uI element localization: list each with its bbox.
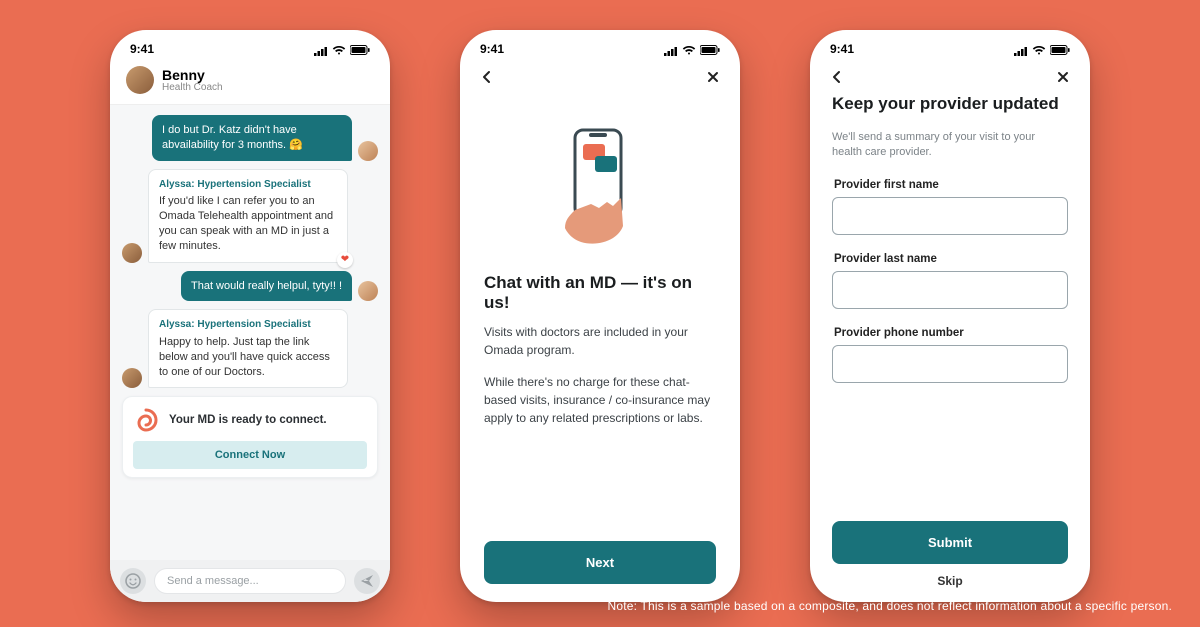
status-time: 9:41	[130, 42, 154, 56]
submit-button[interactable]: Submit	[832, 521, 1068, 564]
skip-button[interactable]: Skip	[832, 564, 1068, 588]
status-bar: 9:41	[810, 42, 1090, 62]
status-bar: 9:41	[110, 42, 390, 62]
coach-label: Alyssa: Hypertension Specialist	[159, 178, 337, 192]
message-user: I do but Dr. Katz didn't have abvailabil…	[122, 115, 378, 161]
form-subtitle: We'll send a summary of your visit to yo…	[832, 130, 1068, 161]
send-icon[interactable]	[354, 568, 380, 594]
label-phone: Provider phone number	[834, 327, 1068, 339]
user-avatar	[358, 281, 378, 301]
input-first-name[interactable]	[832, 197, 1068, 235]
status-icons	[314, 44, 370, 54]
wifi-icon	[332, 44, 346, 54]
bubble-coach: Alyssa: Hypertension Specialist If you'd…	[148, 169, 348, 263]
phone-chat-illustration	[545, 124, 655, 249]
onboarding-title: Chat with an MD — it's on us!	[484, 273, 716, 313]
status-time: 9:41	[830, 42, 854, 56]
user-avatar	[358, 141, 378, 161]
bubble-user: I do but Dr. Katz didn't have abvailabil…	[152, 115, 352, 161]
input-last-name[interactable]	[832, 271, 1068, 309]
label-first-name: Provider first name	[834, 179, 1068, 191]
close-icon[interactable]	[704, 68, 722, 86]
md-ready-text: Your MD is ready to connect.	[169, 413, 327, 428]
wifi-icon	[1032, 44, 1046, 54]
status-icons	[1014, 44, 1070, 54]
swirl-icon	[133, 407, 159, 433]
disclaimer-text: Note: This is a sample based on a compos…	[608, 599, 1172, 613]
onboarding-p2: While there's no charge for these chat-b…	[484, 373, 716, 427]
onboarding-content: Chat with an MD — it's on us! Visits wit…	[460, 88, 740, 602]
chat-body[interactable]: I do but Dr. Katz didn't have abvailabil…	[110, 105, 390, 560]
close-icon[interactable]	[1054, 68, 1072, 86]
onboarding-p1: Visits with doctors are included in your…	[484, 323, 716, 359]
status-time: 9:41	[480, 42, 504, 56]
battery-icon	[350, 44, 370, 54]
nav-bar	[460, 62, 740, 88]
battery-icon	[700, 44, 720, 54]
message-composer: Send a message...	[110, 560, 390, 602]
chat-header: Benny Health Coach	[110, 62, 390, 105]
wifi-icon	[682, 44, 696, 54]
message-input[interactable]: Send a message...	[154, 568, 346, 594]
signal-icon	[664, 45, 678, 54]
coach-text: If you'd like I can refer you to an Omad…	[159, 195, 333, 252]
coach-text: Happy to help. Just tap the link below a…	[159, 336, 330, 378]
phone-chat: 9:41 Benny Health Coach	[110, 30, 390, 602]
bubble-user: That would really helpul, tyty!! !	[181, 271, 352, 302]
md-ready-card: Your MD is ready to connect. Connect Now	[122, 396, 378, 478]
nav-bar	[810, 62, 1090, 88]
message-coach: Alyssa: Hypertension Specialist If you'd…	[122, 169, 378, 263]
stage: 9:41 Benny Health Coach	[0, 0, 1200, 627]
back-icon[interactable]	[828, 68, 846, 86]
phone-onboarding: 9:41	[460, 30, 740, 602]
coach-label: Alyssa: Hypertension Specialist	[159, 318, 337, 332]
phone-form: 9:41 Keep your provider updated We'll se…	[810, 30, 1090, 602]
bubble-coach: Alyssa: Hypertension Specialist Happy to…	[148, 309, 348, 388]
heart-icon[interactable]: ❤	[337, 252, 353, 268]
signal-icon	[314, 45, 328, 54]
coach-role: Health Coach	[162, 82, 223, 93]
provider-form: Keep your provider updated We'll send a …	[810, 88, 1090, 602]
status-icons	[664, 44, 720, 54]
coach-avatar[interactable]	[126, 66, 154, 94]
coach-avatar-small	[122, 368, 142, 388]
signal-icon	[1014, 45, 1028, 54]
label-last-name: Provider last name	[834, 253, 1068, 265]
status-bar: 9:41	[460, 42, 740, 62]
message-user: That would really helpul, tyty!! !	[122, 271, 378, 302]
form-title: Keep your provider updated	[832, 94, 1068, 114]
emoji-icon[interactable]	[120, 568, 146, 594]
input-phone[interactable]	[832, 345, 1068, 383]
connect-now-button[interactable]: Connect Now	[133, 441, 367, 469]
message-coach: Alyssa: Hypertension Specialist Happy to…	[122, 309, 378, 388]
back-icon[interactable]	[478, 68, 496, 86]
next-button[interactable]: Next	[484, 541, 716, 584]
battery-icon	[1050, 44, 1070, 54]
coach-avatar-small	[122, 243, 142, 263]
coach-name: Benny	[162, 68, 223, 82]
